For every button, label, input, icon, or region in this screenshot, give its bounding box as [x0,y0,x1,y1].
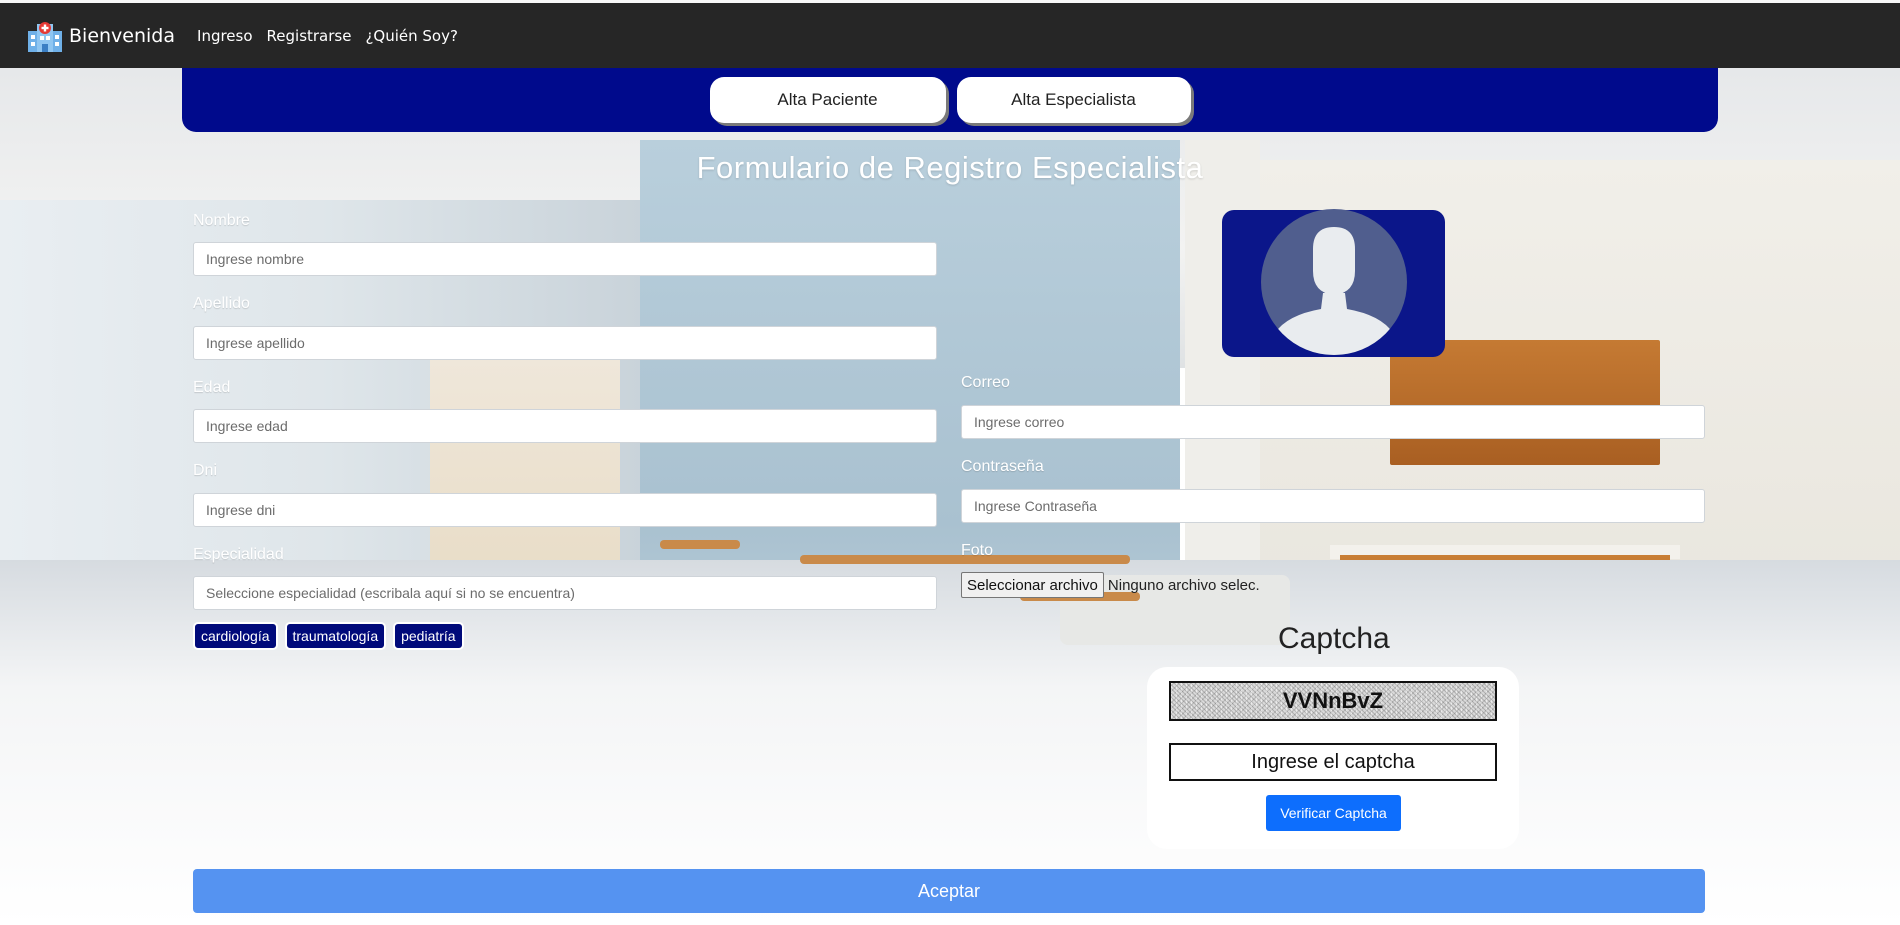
apellido-input[interactable] [193,326,937,360]
apellido-label: Apellido [193,295,250,312]
nav-link-registrarse[interactable]: Registrarse [267,27,352,45]
nombre-label: Nombre [193,212,250,229]
nav-link-quien-soy[interactable]: ¿Quién Soy? [365,27,457,45]
dni-input[interactable] [193,493,937,527]
correo-input[interactable] [961,405,1705,439]
contrasena-input[interactable] [961,489,1705,523]
choose-file-button[interactable]: Seleccionar archivo [961,572,1104,598]
aceptar-button[interactable]: Aceptar [193,869,1705,913]
bg-rail [660,540,740,549]
foto-file-input: Seleccionar archivo Ninguno archivo sele… [961,572,1260,598]
especialidad-label: Especialidad [193,546,284,563]
captcha-code: VVNnBvZ [1169,681,1497,721]
profile-photo-preview [1222,208,1445,359]
especialidad-option-cardiologia[interactable]: cardiología [193,622,278,650]
page-title: Formulario de Registro Especialista [696,150,1204,185]
bg-cabinet-top [1390,340,1660,465]
edad-label: Edad [193,379,231,396]
foto-label: Foto [961,542,994,559]
hospital-icon [25,19,65,53]
registration-type-bar: Alta Paciente Alta Especialista [182,68,1718,132]
alta-especialista-button[interactable]: Alta Especialista [956,77,1191,123]
captcha-card: VVNnBvZ Verificar Captcha [1147,667,1519,849]
top-navbar: Bienvenida Ingreso Registrarse ¿Quién So… [0,0,1900,68]
especialidad-options: cardiología traumatología pediatría [193,622,471,650]
background-image [0,0,1900,925]
brand-label: Bienvenida [69,24,176,47]
captcha-input[interactable] [1169,743,1497,781]
nav-link-ingreso[interactable]: Ingreso [197,27,253,45]
contrasena-label: Contraseña [961,458,1044,475]
alta-paciente-button[interactable]: Alta Paciente [709,77,946,123]
correo-label: Correo [961,374,1010,391]
especialidad-option-traumatologia[interactable]: traumatología [284,622,387,650]
brand[interactable]: Bienvenida [25,19,175,53]
especialidad-option-pediatria[interactable]: pediatría [393,622,464,650]
especialidad-input[interactable] [193,576,937,610]
captcha-title: Captcha [1278,622,1390,655]
dni-label: Dni [193,462,218,479]
file-status-text: Ninguno archivo selec. [1107,576,1260,594]
verify-captcha-button[interactable]: Verificar Captcha [1266,795,1401,831]
bg-corridor-end [430,360,620,590]
edad-input[interactable] [193,409,937,443]
user-silhouette-icon [1260,208,1407,359]
nombre-input[interactable] [193,242,937,276]
